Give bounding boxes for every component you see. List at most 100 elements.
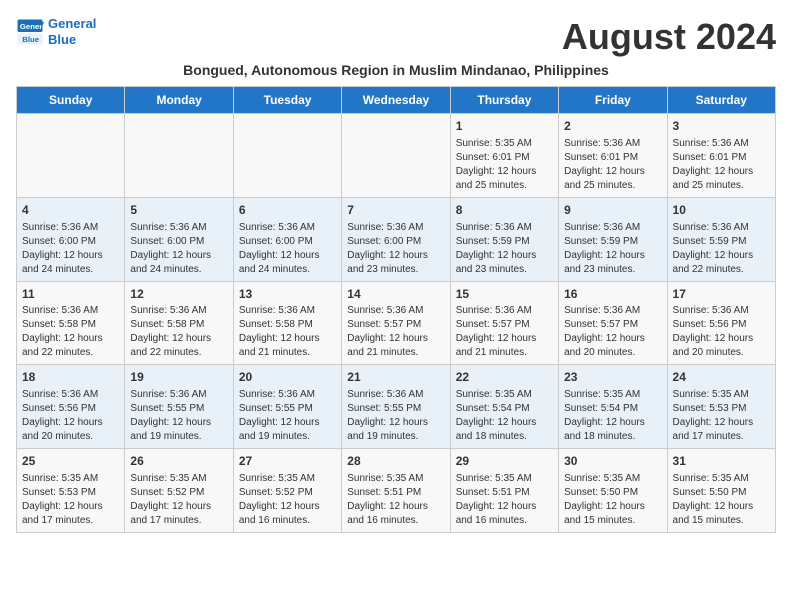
day-number: 10: [673, 202, 770, 219]
day-number: 25: [22, 453, 119, 470]
calendar-cell: 31 Sunrise: 5:35 AM Sunset: 5:50 PM Dayli…: [667, 449, 775, 533]
day-number: 29: [456, 453, 553, 470]
day-info: Sunrise: 5:36 AM Sunset: 5:55 PM Dayligh…: [347, 388, 444, 444]
day-info: Sunrise: 5:36 AM Sunset: 5:59 PM Dayligh…: [673, 221, 770, 277]
day-info: Sunrise: 5:35 AM Sunset: 5:53 PM Dayligh…: [673, 388, 770, 444]
calendar-cell: 30 Sunrise: 5:35 AM Sunset: 5:50 PM Dayli…: [559, 449, 667, 533]
weekday-header-thursday: Thursday: [450, 87, 558, 114]
weekday-header-row: SundayMondayTuesdayWednesdayThursdayFrid…: [17, 87, 776, 114]
day-number: 2: [564, 118, 661, 135]
calendar-cell: [233, 114, 341, 198]
day-info: Sunrise: 5:36 AM Sunset: 6:00 PM Dayligh…: [22, 221, 119, 277]
day-number: 5: [130, 202, 227, 219]
calendar-cell: 17Sunrise: 5:36 AM Sunset: 5:56 PM Dayli…: [667, 281, 775, 365]
day-info: Sunrise: 5:36 AM Sunset: 6:00 PM Dayligh…: [239, 221, 336, 277]
calendar-cell: 8 Sunrise: 5:36 AM Sunset: 5:59 PM Daylig…: [450, 197, 558, 281]
week-row-5: 25 Sunrise: 5:35 AM Sunset: 5:53 PM Dayli…: [17, 449, 776, 533]
weekday-header-wednesday: Wednesday: [342, 87, 450, 114]
svg-text:Blue: Blue: [22, 35, 40, 44]
calendar-cell: [125, 114, 233, 198]
day-info: Sunrise: 5:35 AM Sunset: 5:54 PM Dayligh…: [564, 388, 661, 444]
day-number: 1: [456, 118, 553, 135]
day-info: Sunrise: 5:35 AM Sunset: 5:50 PM Dayligh…: [564, 472, 661, 528]
day-number: 17: [673, 286, 770, 303]
day-number: 15: [456, 286, 553, 303]
day-number: 24: [673, 369, 770, 386]
day-info: Sunrise: 5:36 AM Sunset: 5:55 PM Dayligh…: [239, 388, 336, 444]
logo-text: General Blue: [48, 16, 96, 47]
logo-icon: General Blue: [16, 18, 44, 46]
calendar-cell: 13Sunrise: 5:36 AM Sunset: 5:58 PM Dayli…: [233, 281, 341, 365]
day-info: Sunrise: 5:36 AM Sunset: 6:01 PM Dayligh…: [564, 137, 661, 193]
calendar-body: 1 Sunrise: 5:35 AM Sunset: 6:01 PM Daylig…: [17, 114, 776, 533]
calendar-cell: 15Sunrise: 5:36 AM Sunset: 5:57 PM Dayli…: [450, 281, 558, 365]
day-info: Sunrise: 5:36 AM Sunset: 6:00 PM Dayligh…: [130, 221, 227, 277]
day-info: Sunrise: 5:36 AM Sunset: 5:56 PM Dayligh…: [673, 304, 770, 360]
day-number: 12: [130, 286, 227, 303]
logo: General Blue General Blue: [16, 16, 96, 47]
calendar-cell: 5 Sunrise: 5:36 AM Sunset: 6:00 PM Daylig…: [125, 197, 233, 281]
calendar-cell: 9Sunrise: 5:36 AM Sunset: 5:59 PM Daylig…: [559, 197, 667, 281]
day-info: Sunrise: 5:35 AM Sunset: 5:51 PM Dayligh…: [456, 472, 553, 528]
weekday-header-monday: Monday: [125, 87, 233, 114]
day-number: 30: [564, 453, 661, 470]
day-number: 20: [239, 369, 336, 386]
calendar-cell: 19 Sunrise: 5:36 AM Sunset: 5:55 PM Dayli…: [125, 365, 233, 449]
day-number: 28: [347, 453, 444, 470]
calendar-cell: 21Sunrise: 5:36 AM Sunset: 5:55 PM Dayli…: [342, 365, 450, 449]
page-subtitle: Bongued, Autonomous Region in Muslim Min…: [16, 62, 776, 78]
day-number: 3: [673, 118, 770, 135]
day-info: Sunrise: 5:36 AM Sunset: 5:56 PM Dayligh…: [22, 388, 119, 444]
day-number: 8: [456, 202, 553, 219]
day-info: Sunrise: 5:36 AM Sunset: 5:59 PM Dayligh…: [456, 221, 553, 277]
day-info: Sunrise: 5:36 AM Sunset: 5:58 PM Dayligh…: [130, 304, 227, 360]
day-info: Sunrise: 5:36 AM Sunset: 5:58 PM Dayligh…: [22, 304, 119, 360]
day-info: Sunrise: 5:36 AM Sunset: 6:01 PM Dayligh…: [673, 137, 770, 193]
day-number: 23: [564, 369, 661, 386]
calendar-cell: 2 Sunrise: 5:36 AM Sunset: 6:01 PM Daylig…: [559, 114, 667, 198]
calendar-cell: 10 Sunrise: 5:36 AM Sunset: 5:59 PM Dayli…: [667, 197, 775, 281]
day-number: 18: [22, 369, 119, 386]
week-row-3: 11Sunrise: 5:36 AM Sunset: 5:58 PM Dayli…: [17, 281, 776, 365]
day-info: Sunrise: 5:35 AM Sunset: 6:01 PM Dayligh…: [456, 137, 553, 193]
day-number: 27: [239, 453, 336, 470]
day-number: 19: [130, 369, 227, 386]
page-header: General Blue General Blue August 2024: [16, 16, 776, 58]
calendar-cell: 24 Sunrise: 5:35 AM Sunset: 5:53 PM Dayli…: [667, 365, 775, 449]
week-row-4: 18 Sunrise: 5:36 AM Sunset: 5:56 PM Dayli…: [17, 365, 776, 449]
calendar-cell: 11Sunrise: 5:36 AM Sunset: 5:58 PM Dayli…: [17, 281, 125, 365]
day-number: 31: [673, 453, 770, 470]
day-info: Sunrise: 5:35 AM Sunset: 5:53 PM Dayligh…: [22, 472, 119, 528]
calendar-cell: 25 Sunrise: 5:35 AM Sunset: 5:53 PM Dayli…: [17, 449, 125, 533]
calendar-cell: 20 Sunrise: 5:36 AM Sunset: 5:55 PM Dayli…: [233, 365, 341, 449]
calendar-cell: 16Sunrise: 5:36 AM Sunset: 5:57 PM Dayli…: [559, 281, 667, 365]
calendar-cell: 7Sunrise: 5:36 AM Sunset: 6:00 PM Daylig…: [342, 197, 450, 281]
calendar-cell: 18 Sunrise: 5:36 AM Sunset: 5:56 PM Dayli…: [17, 365, 125, 449]
calendar-cell: 29 Sunrise: 5:35 AM Sunset: 5:51 PM Dayli…: [450, 449, 558, 533]
day-info: Sunrise: 5:36 AM Sunset: 5:59 PM Dayligh…: [564, 221, 661, 277]
day-info: Sunrise: 5:35 AM Sunset: 5:50 PM Dayligh…: [673, 472, 770, 528]
calendar-cell: 6 Sunrise: 5:36 AM Sunset: 6:00 PM Daylig…: [233, 197, 341, 281]
day-info: Sunrise: 5:36 AM Sunset: 5:55 PM Dayligh…: [130, 388, 227, 444]
calendar-cell: 23 Sunrise: 5:35 AM Sunset: 5:54 PM Dayli…: [559, 365, 667, 449]
weekday-header-sunday: Sunday: [17, 87, 125, 114]
weekday-header-friday: Friday: [559, 87, 667, 114]
week-row-2: 4Sunrise: 5:36 AM Sunset: 6:00 PM Daylig…: [17, 197, 776, 281]
day-number: 26: [130, 453, 227, 470]
week-row-1: 1 Sunrise: 5:35 AM Sunset: 6:01 PM Daylig…: [17, 114, 776, 198]
calendar-table: SundayMondayTuesdayWednesdayThursdayFrid…: [16, 86, 776, 533]
day-number: 7: [347, 202, 444, 219]
day-number: 16: [564, 286, 661, 303]
day-info: Sunrise: 5:35 AM Sunset: 5:52 PM Dayligh…: [130, 472, 227, 528]
calendar-cell: 3 Sunrise: 5:36 AM Sunset: 6:01 PM Daylig…: [667, 114, 775, 198]
day-number: 22: [456, 369, 553, 386]
day-info: Sunrise: 5:35 AM Sunset: 5:54 PM Dayligh…: [456, 388, 553, 444]
day-info: Sunrise: 5:35 AM Sunset: 5:51 PM Dayligh…: [347, 472, 444, 528]
calendar-cell: 4Sunrise: 5:36 AM Sunset: 6:00 PM Daylig…: [17, 197, 125, 281]
day-number: 6: [239, 202, 336, 219]
day-number: 11: [22, 286, 119, 303]
day-info: Sunrise: 5:35 AM Sunset: 5:52 PM Dayligh…: [239, 472, 336, 528]
day-info: Sunrise: 5:36 AM Sunset: 5:57 PM Dayligh…: [564, 304, 661, 360]
calendar-cell: 1 Sunrise: 5:35 AM Sunset: 6:01 PM Daylig…: [450, 114, 558, 198]
weekday-header-saturday: Saturday: [667, 87, 775, 114]
